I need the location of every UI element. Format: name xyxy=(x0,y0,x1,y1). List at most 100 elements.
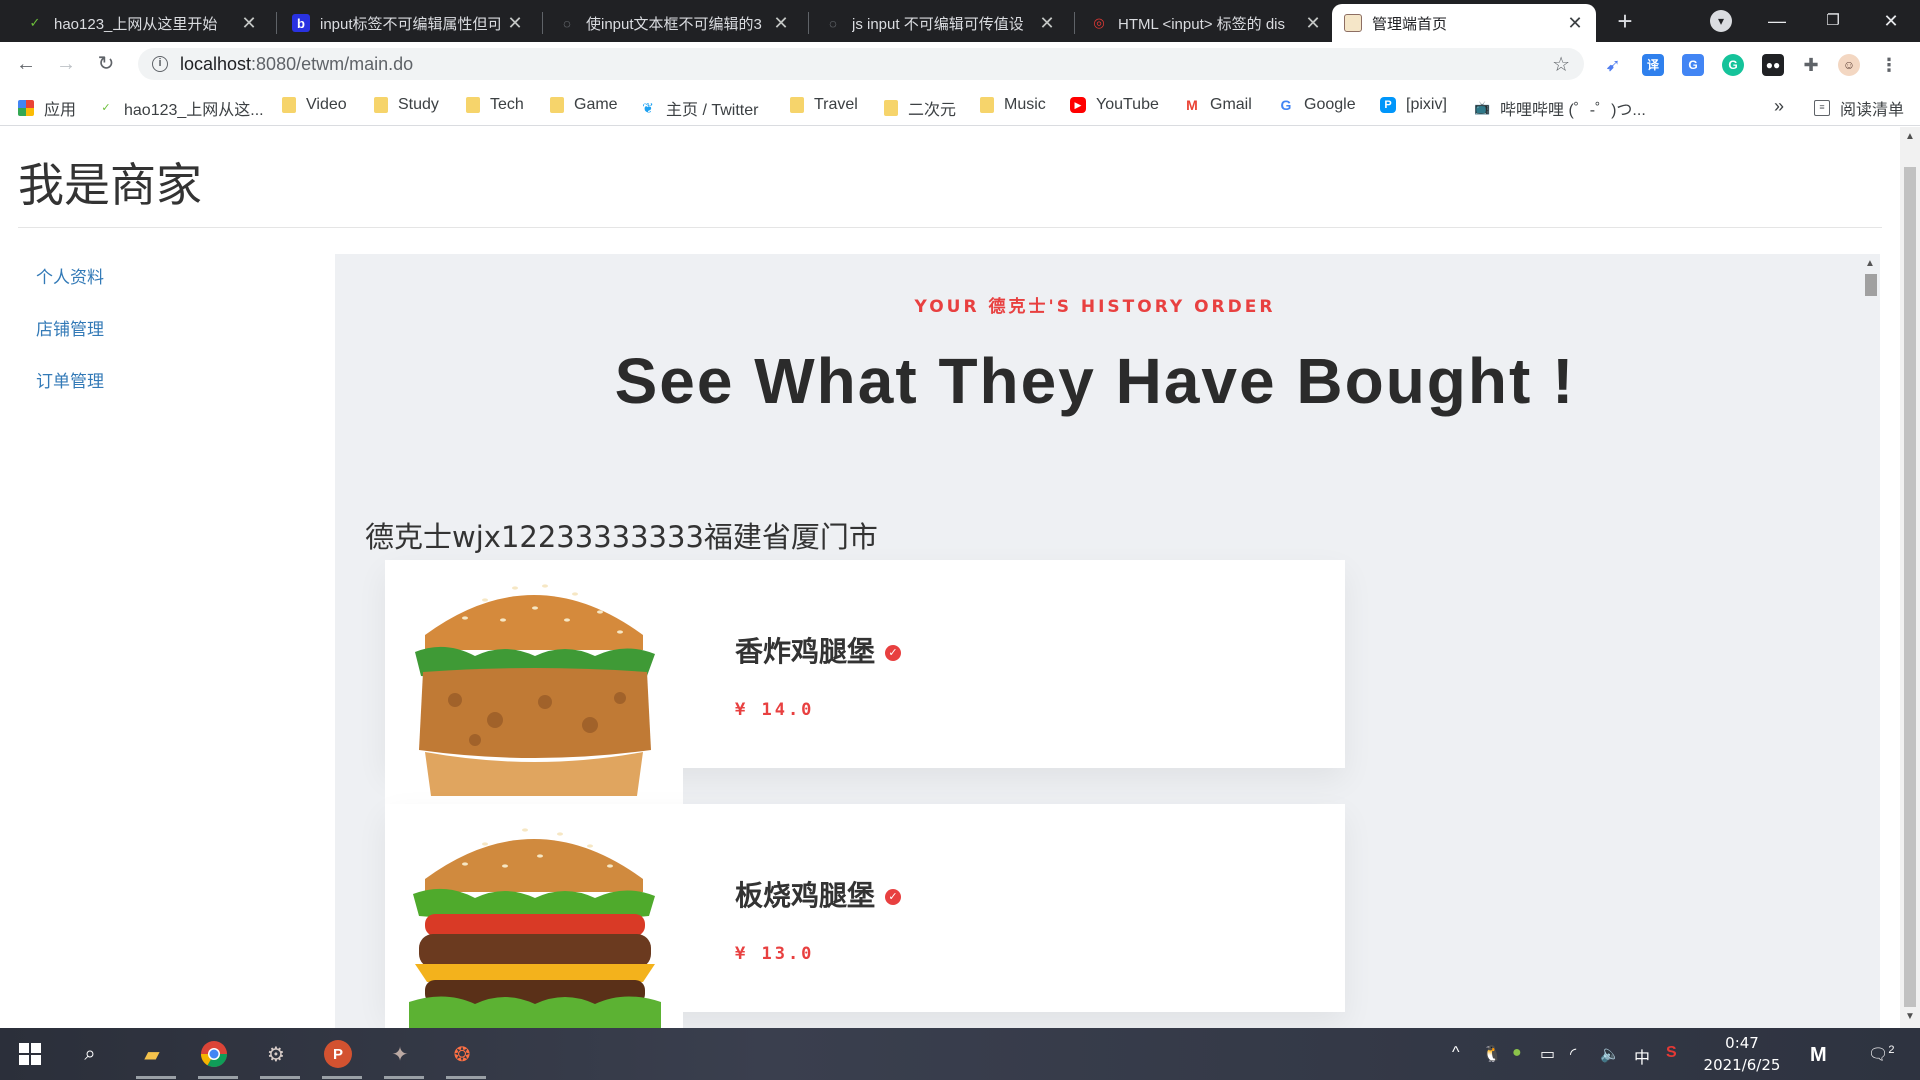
pixiv-icon: P xyxy=(1380,97,1396,113)
tab-html-input[interactable]: ◎ HTML <input> 标签的 dis ✕ xyxy=(1078,4,1334,42)
volume-icon[interactable]: 🔈 xyxy=(1600,1044,1620,1064)
running-indicator xyxy=(198,1076,238,1079)
ext-google-translate-icon[interactable]: G xyxy=(1682,54,1704,76)
running-indicator xyxy=(322,1076,362,1079)
bookmarks-overflow-icon[interactable]: » xyxy=(1774,96,1784,117)
panel-scrollbar[interactable]: ▲ xyxy=(1860,254,1880,1028)
extensions-puzzle-icon[interactable]: ✚ xyxy=(1800,54,1822,76)
ext-translate-icon[interactable]: 译 xyxy=(1642,54,1664,76)
colorful-app-icon[interactable]: ❂ xyxy=(446,1038,478,1070)
google-icon: G xyxy=(1278,97,1294,113)
chrome-icon[interactable] xyxy=(198,1038,230,1070)
nav-orders-link[interactable]: 订单管理 xyxy=(36,367,104,419)
bookmark-hao123[interactable]: ✓ hao123_上网从这... xyxy=(98,96,264,120)
page-title: 我是商家 xyxy=(18,158,202,212)
scroll-down-arrow-icon[interactable]: ▼ xyxy=(1905,1011,1915,1022)
close-icon[interactable]: ✕ xyxy=(506,13,524,34)
close-icon[interactable]: ✕ xyxy=(1566,13,1584,34)
tab-title: 管理端首页 xyxy=(1372,15,1448,33)
tab-title: hao123_上网从这里开始 xyxy=(54,15,218,33)
game-app-icon[interactable]: ✦ xyxy=(384,1038,416,1070)
scroll-up-arrow-icon[interactable]: ▲ xyxy=(1865,258,1875,269)
qq-tray-icon[interactable]: 🐧 xyxy=(1482,1044,1502,1064)
crispy-chicken-burger-image xyxy=(385,560,683,804)
bookmark-bilibili[interactable]: 📺 哔哩哔哩 (゜-゜)つ... xyxy=(1474,96,1646,120)
bookmark-google[interactable]: G Google xyxy=(1278,96,1356,114)
tab-search-icon[interactable]: ▾ xyxy=(1710,10,1732,32)
page-scrollbar-thumb[interactable] xyxy=(1904,167,1916,1007)
tab-js-input[interactable]: ◌ js input 不可编辑可传值设 ✕ xyxy=(812,4,1068,42)
tab-divider xyxy=(276,12,277,34)
tray-app-icon[interactable]: ● xyxy=(1512,1044,1522,1062)
bookmark-tech[interactable]: Tech xyxy=(466,96,524,114)
tab-input-readonly[interactable]: b input标签不可编辑属性但可 ✕ xyxy=(280,4,536,42)
nav-store-link[interactable]: 店铺管理 xyxy=(36,315,104,367)
bookmark-star-icon[interactable]: ☆ xyxy=(1552,52,1570,77)
running-indicator xyxy=(446,1076,486,1079)
tab-admin-home[interactable]: 管理端首页 ✕ xyxy=(1332,4,1596,42)
history-heading: See What They Have Bought ! xyxy=(614,345,1576,417)
page-scrollbar[interactable]: ▲ ▼ xyxy=(1900,127,1920,1028)
tab-title: HTML <input> 标签的 dis xyxy=(1118,15,1285,33)
tab-input-noedit[interactable]: ◌ 使input文本框不可编辑的3 ✕ xyxy=(546,4,802,42)
bookmark-video[interactable]: Video xyxy=(282,96,347,114)
restore-icon[interactable]: ❐ xyxy=(1818,6,1848,36)
windows-start-icon[interactable] xyxy=(14,1038,46,1070)
close-icon[interactable]: ✕ xyxy=(772,13,790,34)
url-text[interactable]: localhost:8080/etwm/main.do xyxy=(180,54,413,75)
close-icon[interactable]: ✕ xyxy=(1038,13,1056,34)
wifi-icon[interactable]: ◜ xyxy=(1570,1044,1576,1064)
youtube-icon: ▶ xyxy=(1070,97,1086,113)
scroll-up-arrow-icon[interactable]: ▲ xyxy=(1905,131,1915,142)
clock-date: 2021/6/25 xyxy=(1703,1056,1781,1074)
forward-arrow-icon[interactable]: → xyxy=(52,50,80,78)
notifications-icon[interactable]: 🗨2 xyxy=(1868,1044,1894,1064)
system-clock[interactable]: 0:47 2021/6/25 xyxy=(1702,1032,1782,1076)
bookmark-music[interactable]: Music xyxy=(980,96,1046,114)
powerpoint-icon[interactable]: P xyxy=(322,1038,354,1070)
tray-m-icon[interactable]: M xyxy=(1810,1044,1827,1067)
search-icon[interactable]: ⌕ xyxy=(74,1038,106,1070)
bookmark-twitter[interactable]: ❦ 主页 / Twitter xyxy=(640,96,758,120)
folder-icon xyxy=(550,97,564,113)
window-close-icon[interactable]: ✕ xyxy=(1876,6,1906,36)
nav-profile-link[interactable]: 个人资料 xyxy=(36,263,104,315)
new-tab-plus-icon[interactable]: + xyxy=(1612,8,1638,34)
tray-expand-icon[interactable]: ^ xyxy=(1452,1044,1460,1062)
ime-indicator[interactable]: 中 xyxy=(1634,1044,1650,1068)
clock-time: 0:47 xyxy=(1725,1034,1759,1052)
bookmark-gmail[interactable]: M Gmail xyxy=(1184,96,1252,114)
running-indicator xyxy=(384,1076,424,1079)
bookmark-anime[interactable]: 二次元 xyxy=(884,96,956,120)
bookmark-apps[interactable]: 应用 xyxy=(18,96,76,120)
bookmark-game[interactable]: Game xyxy=(550,96,618,114)
tab-strip: ✓ hao123_上网从这里开始 ✕ b input标签不可编辑属性但可 ✕ ◌… xyxy=(0,0,1920,42)
bookmark-youtube[interactable]: ▶ YouTube xyxy=(1070,96,1159,114)
file-explorer-icon[interactable]: ▰ xyxy=(136,1038,168,1070)
bookmark-pixiv[interactable]: P [pixiv] xyxy=(1380,96,1447,114)
battery-icon[interactable]: ▭ xyxy=(1540,1044,1555,1064)
profile-avatar-icon[interactable]: ☺ xyxy=(1838,54,1860,76)
chrome-logo-icon xyxy=(200,1041,228,1068)
reload-icon[interactable]: ↻ xyxy=(92,50,120,78)
bookmark-travel[interactable]: Travel xyxy=(790,96,858,114)
ext-tampermonkey-icon[interactable]: ●● xyxy=(1762,54,1784,76)
back-arrow-icon[interactable]: ← xyxy=(12,50,40,78)
close-icon[interactable]: ✕ xyxy=(240,13,258,34)
menu-kebab-icon[interactable]: ⋮ xyxy=(1878,54,1900,76)
site-info-icon[interactable]: i xyxy=(152,56,168,72)
tab-hao123[interactable]: ✓ hao123_上网从这里开始 ✕ xyxy=(14,4,270,42)
panel-scrollbar-thumb[interactable] xyxy=(1865,274,1877,296)
close-icon[interactable]: ✕ xyxy=(1304,13,1322,34)
hao123-icon: ✓ xyxy=(98,100,114,116)
settings-gear-icon[interactable]: ⚙ xyxy=(260,1038,292,1070)
order-history-panel[interactable]: YOUR 德克士'S HISTORY ORDER See What They H… xyxy=(335,254,1880,1028)
reading-list-button[interactable]: ≡ 阅读清单 xyxy=(1814,96,1904,120)
minimize-icon[interactable]: — xyxy=(1762,6,1792,36)
ext-grammarly-icon[interactable]: G xyxy=(1722,54,1744,76)
powerpoint-logo-icon: P xyxy=(324,1040,352,1068)
ext-bird-icon[interactable]: ➹ xyxy=(1602,54,1624,76)
bookmark-study[interactable]: Study xyxy=(374,96,439,114)
address-bar[interactable]: i localhost:8080/etwm/main.do ☆ xyxy=(138,48,1584,80)
sogou-ime-icon[interactable]: S xyxy=(1666,1044,1677,1062)
